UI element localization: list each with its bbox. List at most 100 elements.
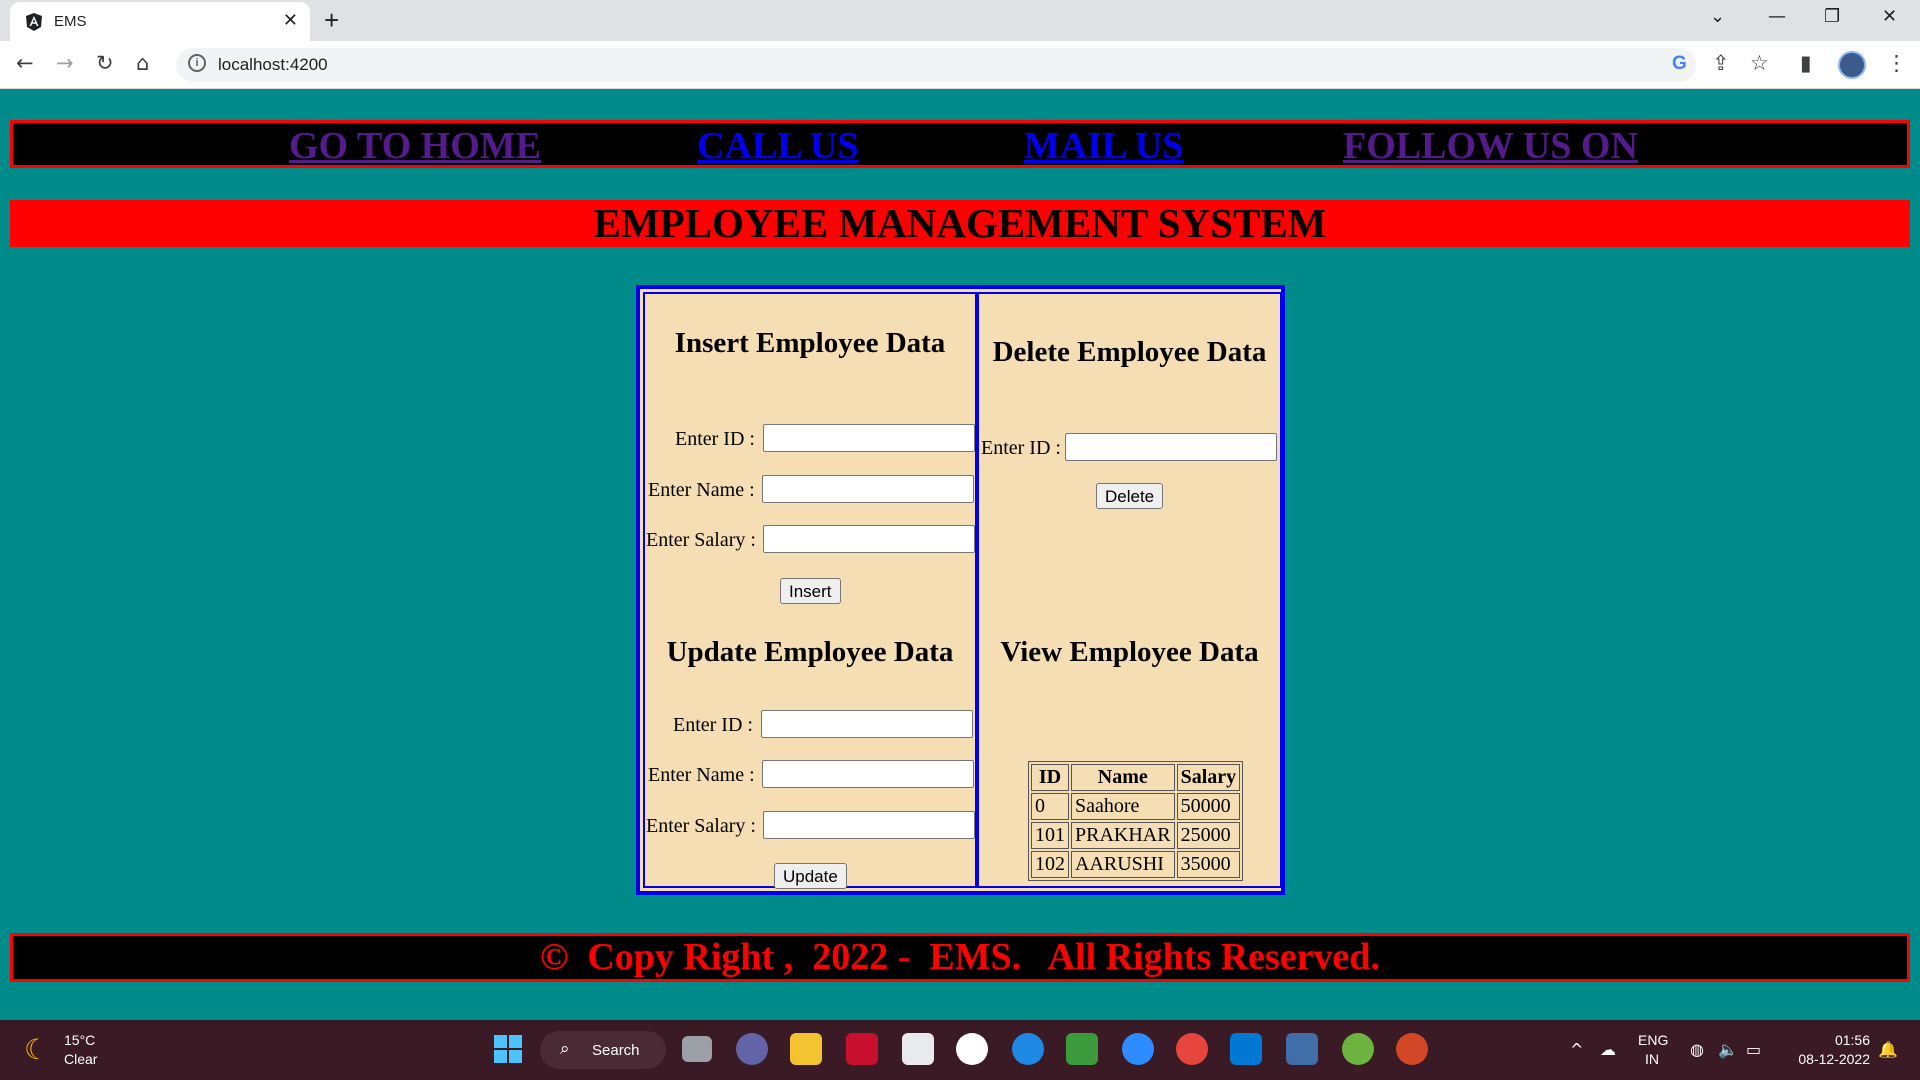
cell-id: 101	[1031, 822, 1069, 849]
forward-icon[interactable]: →	[56, 51, 74, 75]
update-id-input[interactable]	[761, 710, 973, 738]
browser-toolbar: ← → ↻ ⌂ i localhost:4200 G ⇪ ☆ ▮ ⋮	[0, 41, 1920, 89]
insert-button[interactable]: Insert	[780, 578, 841, 604]
update-salary-label: Enter Salary :	[646, 815, 756, 837]
network-icon[interactable]: ◍	[1690, 1040, 1704, 1059]
help-icon[interactable]	[1012, 1033, 1044, 1065]
column-header-id: ID	[1031, 764, 1069, 791]
profile-avatar[interactable]	[1838, 51, 1866, 79]
menu-icon[interactable]: ⋮	[1886, 51, 1907, 75]
insert-id-label: Enter ID :	[675, 428, 755, 450]
table-row: 0 Saahore 50000	[1031, 793, 1241, 820]
page-footer: © Copy Right , 2022 - EMS. All Rights Re…	[10, 933, 1910, 982]
browser-tab[interactable]: EMS ✕	[10, 2, 310, 41]
task-view-icon[interactable]	[682, 1036, 712, 1062]
table-row: 101 PRAKHAR 25000	[1031, 822, 1241, 849]
address-bar[interactable]: i localhost:4200 G	[176, 48, 1696, 82]
vscode-icon[interactable]	[1230, 1033, 1262, 1065]
update-id-label: Enter ID :	[673, 714, 753, 736]
restore-icon[interactable]: ❐	[1824, 6, 1840, 27]
taskbar: ☾ 15°C Clear ⌕ Search ^ ☁ ENG IN ◍ 🔈 ▭ 0…	[0, 1020, 1920, 1080]
github-desktop-icon[interactable]	[956, 1033, 988, 1065]
cell-name: AARUSHI	[1071, 851, 1175, 878]
back-icon[interactable]: ←	[16, 51, 34, 75]
spring-tool-suite-icon[interactable]	[1342, 1033, 1374, 1065]
battery-icon[interactable]: ▭	[1746, 1040, 1761, 1059]
column-header-name: Name	[1071, 764, 1175, 791]
windows-start-icon[interactable]	[492, 1033, 524, 1065]
site-info-icon[interactable]: i	[188, 54, 206, 72]
new-tab-icon[interactable]: +	[324, 5, 339, 36]
search-label: Search	[592, 1042, 640, 1059]
delete-heading: Delete Employee Data	[992, 336, 1267, 368]
bookmark-star-icon[interactable]: ☆	[1750, 51, 1769, 75]
left-panel: Insert Employee Data Enter ID : Enter Na…	[643, 292, 977, 889]
tab-search-chevron-icon[interactable]: ⌄	[1710, 6, 1725, 27]
teams-chat-icon[interactable]	[736, 1033, 768, 1065]
share-icon[interactable]: ⇪	[1712, 51, 1730, 75]
insert-salary-input[interactable]	[763, 525, 975, 553]
cell-id: 0	[1031, 793, 1069, 820]
column-header-salary: Salary	[1176, 764, 1241, 791]
region-indicator[interactable]: IN	[1645, 1051, 1659, 1067]
notification-bell-icon[interactable]: 🔔	[1878, 1040, 1898, 1059]
employee-panel-grid: Insert Employee Data Enter ID : Enter Na…	[636, 285, 1285, 895]
insert-name-label: Enter Name :	[648, 479, 755, 501]
nodejs-icon[interactable]	[1066, 1033, 1098, 1065]
side-panel-icon[interactable]: ▮	[1800, 51, 1812, 75]
insert-name-input[interactable]	[762, 475, 974, 503]
update-salary-input[interactable]	[763, 811, 975, 839]
page-title: EMPLOYEE MANAGEMENT SYSTEM	[10, 200, 1910, 247]
clock-time[interactable]: 01:56	[1800, 1032, 1870, 1048]
taskbar-search[interactable]: ⌕ Search	[540, 1031, 666, 1069]
microsoft-store-icon[interactable]	[902, 1033, 934, 1065]
weather-temperature[interactable]: 15°C	[64, 1032, 95, 1048]
volume-icon[interactable]: 🔈	[1718, 1040, 1738, 1059]
file-explorer-icon[interactable]	[790, 1033, 822, 1065]
nav-link-follow[interactable]: FOLLOW US ON	[1343, 124, 1638, 168]
insert-salary-label: Enter Salary :	[646, 529, 756, 551]
minimize-icon[interactable]: —	[1768, 6, 1786, 27]
close-window-icon[interactable]: ✕	[1882, 6, 1897, 27]
show-hidden-icons-chevron[interactable]: ^	[1570, 1040, 1583, 1059]
weather-condition[interactable]: Clear	[64, 1051, 97, 1067]
mysql-workbench-icon[interactable]	[1286, 1033, 1318, 1065]
insert-id-input[interactable]	[763, 424, 975, 452]
delete-id-input[interactable]	[1065, 433, 1277, 461]
table-header-row: ID Name Salary	[1031, 764, 1241, 791]
moon-icon[interactable]: ☾	[24, 1033, 49, 1066]
delete-button[interactable]: Delete	[1096, 483, 1164, 509]
update-button[interactable]: Update	[774, 863, 847, 889]
cell-salary: 25000	[1176, 822, 1241, 849]
chrome-icon[interactable]	[1176, 1033, 1208, 1065]
cell-name: PRAKHAR	[1071, 822, 1175, 849]
right-panel: Delete Employee Data Enter ID : Delete V…	[977, 292, 1282, 888]
close-tab-icon[interactable]: ✕	[283, 10, 298, 31]
clock-date[interactable]: 08-12-2022	[1788, 1051, 1870, 1067]
nav-link-call[interactable]: CALL US	[697, 124, 859, 168]
onedrive-cloud-icon[interactable]: ☁	[1600, 1040, 1616, 1059]
zoom-icon[interactable]	[1122, 1033, 1154, 1065]
url-text[interactable]: localhost:4200	[218, 55, 328, 75]
cell-id: 102	[1031, 851, 1069, 878]
cell-name: Saahore	[1071, 793, 1175, 820]
google-icon[interactable]: G	[1672, 53, 1687, 75]
employee-table: ID Name Salary 0 Saahore 50000 101 PRAKH…	[1028, 761, 1244, 881]
angular-icon	[26, 13, 42, 31]
reload-icon[interactable]: ↻	[96, 51, 114, 75]
delete-id-label: Enter ID :	[981, 437, 1061, 459]
powerpoint-icon[interactable]	[1396, 1033, 1428, 1065]
mcafee-icon[interactable]	[846, 1033, 878, 1065]
browser-tabstrip: EMS ✕ + ⌄ — ❐ ✕	[0, 0, 1920, 41]
view-heading: View Employee Data	[1000, 636, 1259, 668]
table-row: 102 AARUSHI 35000	[1031, 851, 1241, 878]
tab-title: EMS	[54, 13, 87, 30]
insert-heading: Insert Employee Data	[674, 327, 946, 359]
language-indicator[interactable]: ENG	[1638, 1032, 1668, 1048]
search-icon: ⌕	[560, 1039, 570, 1059]
update-heading: Update Employee Data	[666, 636, 954, 668]
home-icon[interactable]: ⌂	[136, 51, 149, 75]
nav-link-mail[interactable]: MAIL US	[1024, 124, 1183, 168]
nav-link-home[interactable]: GO TO HOME	[289, 124, 541, 168]
update-name-input[interactable]	[762, 760, 974, 788]
